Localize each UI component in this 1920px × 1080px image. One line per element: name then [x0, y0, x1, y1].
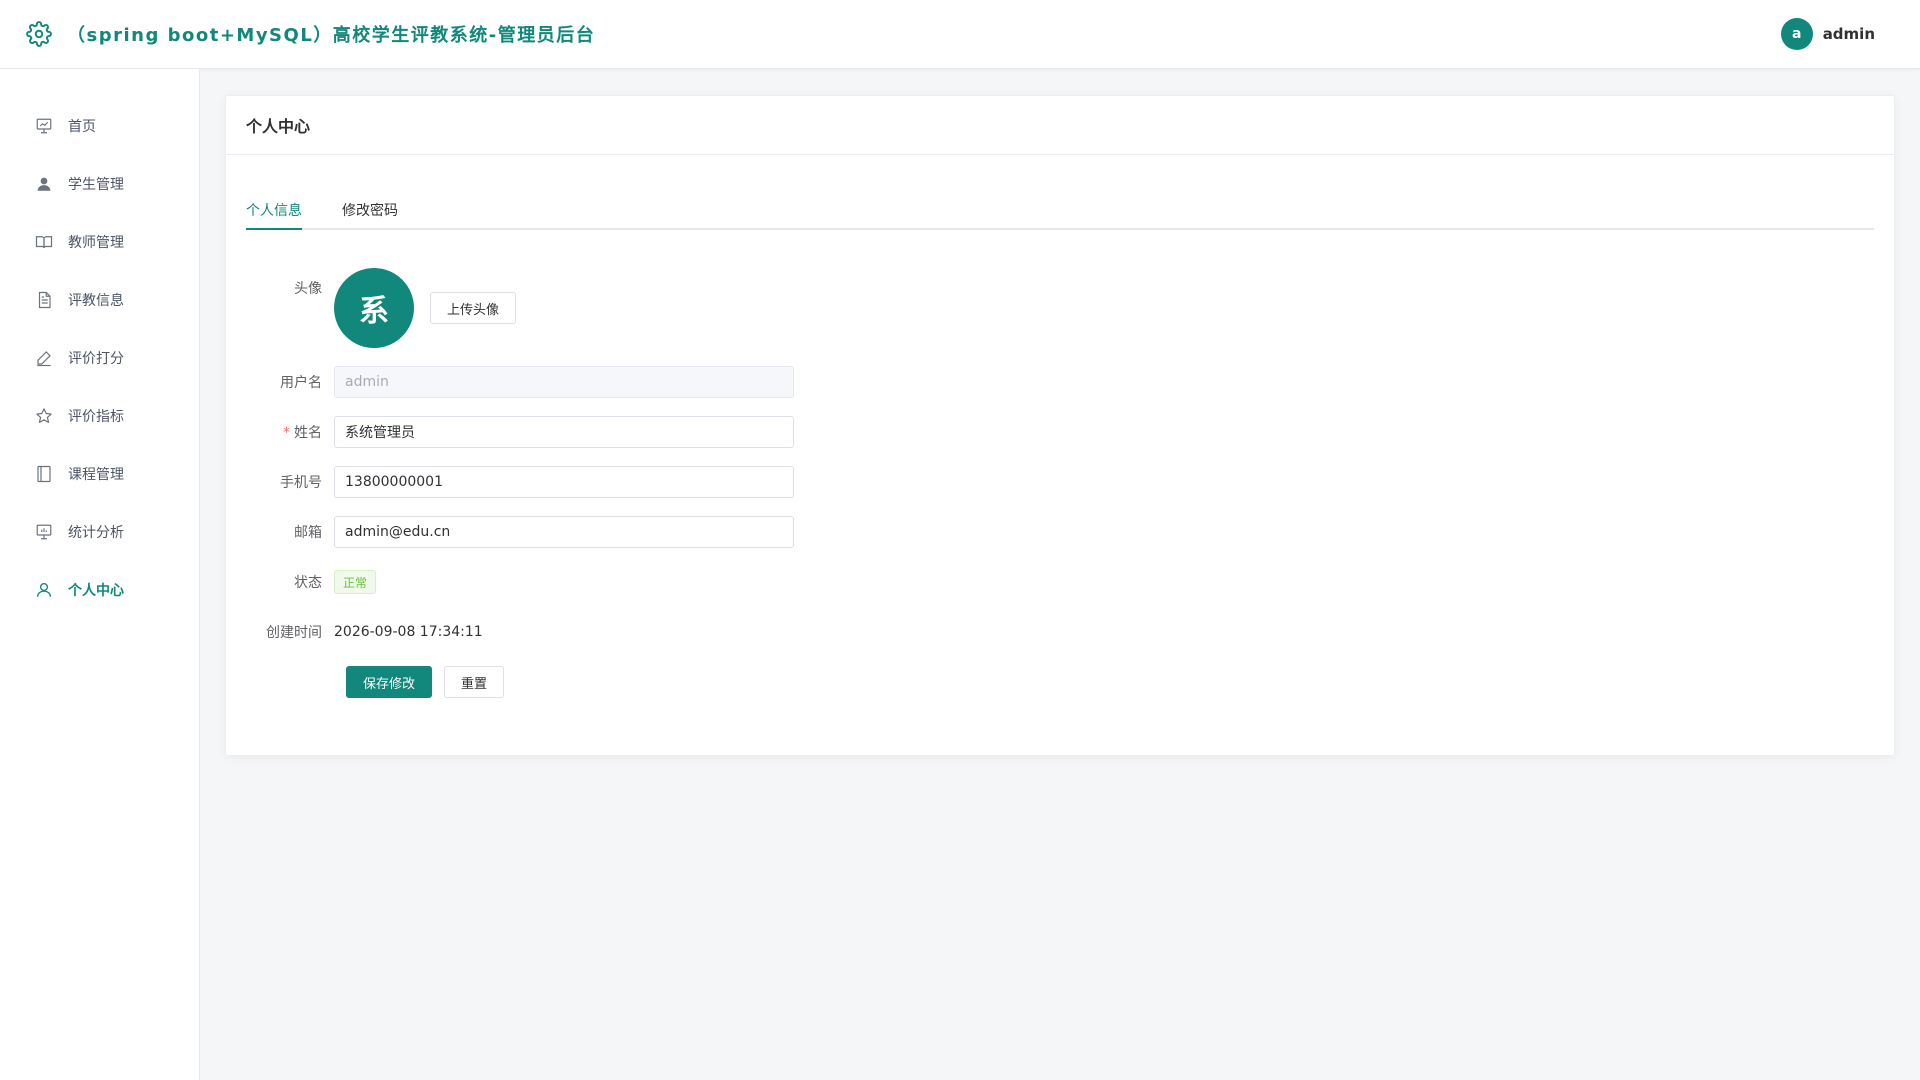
- required-mark: *: [283, 425, 290, 441]
- phone-field[interactable]: [334, 466, 794, 498]
- email-label: 邮箱: [294, 525, 322, 541]
- sidebar-item-label: 评价打分: [68, 351, 124, 367]
- star-icon: [34, 406, 54, 426]
- status-label: 状态: [294, 575, 322, 591]
- chart-board-icon: [34, 116, 54, 136]
- save-button[interactable]: 保存修改: [346, 666, 433, 698]
- phone-row: 手机号: [226, 466, 794, 498]
- presentation-icon: [34, 522, 54, 542]
- top-header: （spring boot+MySQL）高校学生评教系统-管理员后台 a admi…: [0, 0, 1920, 69]
- created-time: 2026-09-08 17:34:11: [334, 624, 483, 640]
- book-icon: [34, 232, 54, 252]
- pen-icon: [34, 348, 54, 368]
- sidebar-item-statistics[interactable]: 统计分析: [0, 503, 199, 561]
- sidebar-item-profile[interactable]: 个人中心: [0, 561, 199, 619]
- reset-button[interactable]: 重置: [444, 666, 505, 698]
- notebook-icon: [34, 464, 54, 484]
- sidebar-item-label: 首页: [68, 119, 96, 135]
- page-title: 个人中心: [226, 96, 1894, 155]
- avatar[interactable]: a: [1780, 18, 1813, 50]
- sidebar-item-label: 个人中心: [68, 583, 124, 599]
- sidebar-item-label: 学生管理: [68, 177, 124, 193]
- name-label-text: 姓名: [294, 425, 322, 441]
- avatar-row: 头像 系 上传头像: [226, 268, 517, 348]
- created-row: 创建时间 2026-09-08 17:34:11: [226, 622, 483, 642]
- app-title: （spring boot+MySQL）高校学生评教系统-管理员后台: [67, 25, 596, 46]
- gear-icon: [25, 20, 53, 48]
- user-menu[interactable]: a admin: [1780, 18, 1875, 50]
- name-label: * 姓名: [226, 422, 334, 442]
- sidebar-item-label: 评教信息: [68, 293, 124, 309]
- tab-bar: 个人信息 修改密码: [246, 200, 1874, 230]
- document-icon: [34, 290, 54, 310]
- username-row: 用户名: [226, 366, 794, 398]
- sidebar-item-teachers[interactable]: 教师管理: [0, 213, 199, 271]
- sidebar: 首页 学生管理 教师管理 评教信息 评价打分 评价指标 课程管理 统计分析 个人…: [0, 69, 200, 1080]
- user-icon: [34, 174, 54, 194]
- phone-label: 手机号: [280, 475, 322, 491]
- sidebar-item-evaluations[interactable]: 评教信息: [0, 271, 199, 329]
- avatar: 系: [334, 268, 414, 348]
- name-field[interactable]: [334, 416, 794, 448]
- status-badge: 正常: [334, 570, 377, 594]
- username-label: 用户名: [280, 375, 322, 391]
- status-row: 状态 正常: [226, 570, 377, 594]
- username-field: [334, 366, 794, 398]
- upload-avatar-button[interactable]: 上传头像: [430, 292, 517, 324]
- sidebar-item-label: 课程管理: [68, 467, 124, 483]
- created-label: 创建时间: [266, 625, 322, 641]
- avatar-label: 头像: [294, 281, 322, 297]
- sidebar-item-home[interactable]: 首页: [0, 97, 199, 155]
- tab-personal-info[interactable]: 个人信息: [246, 200, 302, 230]
- sidebar-item-criteria[interactable]: 评价指标: [0, 387, 199, 445]
- sidebar-item-students[interactable]: 学生管理: [0, 155, 199, 213]
- email-field[interactable]: [334, 516, 794, 548]
- profile-card: 个人中心 个人信息 修改密码 头像 系 上传头像 用户名 *姓名 手机号 邮箱 …: [225, 95, 1895, 756]
- sidebar-item-label: 教师管理: [68, 235, 124, 251]
- sidebar-item-label: 统计分析: [68, 525, 124, 541]
- user-outline-icon: [34, 580, 54, 600]
- sidebar-item-courses[interactable]: 课程管理: [0, 445, 199, 503]
- form-actions: 保存修改 重置: [346, 666, 505, 698]
- tab-change-password[interactable]: 修改密码: [342, 200, 398, 228]
- sidebar-item-scoring[interactable]: 评价打分: [0, 329, 199, 387]
- email-row: 邮箱: [226, 516, 794, 548]
- username-label[interactable]: admin: [1823, 25, 1875, 43]
- name-row: * 姓名: [226, 416, 794, 448]
- sidebar-item-label: 评价指标: [68, 409, 124, 425]
